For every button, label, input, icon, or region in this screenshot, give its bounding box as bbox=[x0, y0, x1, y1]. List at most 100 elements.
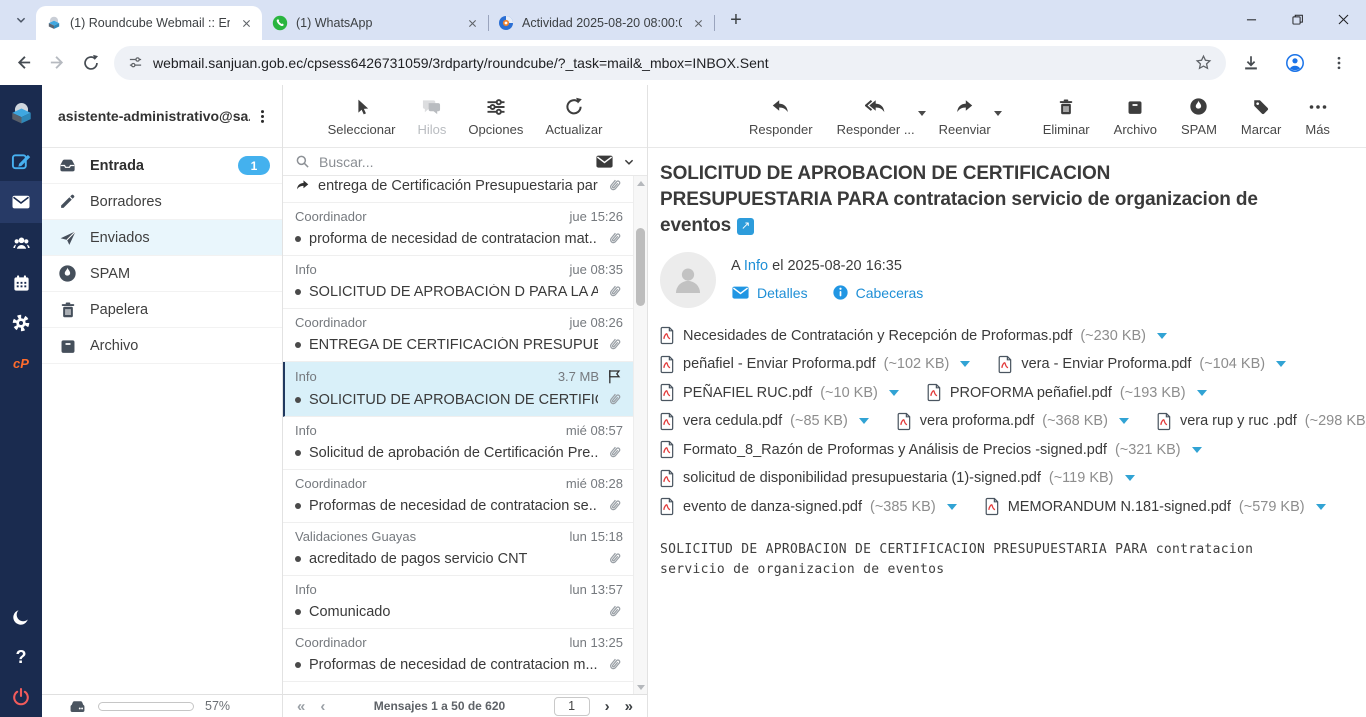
browser-tab[interactable]: Actividad 2025-08-20 08:00:00 bbox=[488, 6, 714, 40]
tab-close-icon[interactable] bbox=[238, 15, 254, 31]
message-row[interactable]: Coordinadorjue 08:26ENTREGA DE CERTIFICA… bbox=[283, 309, 633, 362]
toolbar-button-refresh[interactable]: Actualizar bbox=[540, 96, 607, 137]
toolbar-button-reply-all[interactable]: Responder ... bbox=[832, 96, 920, 137]
rail-mail-button[interactable] bbox=[0, 181, 42, 223]
attachment-menu-caret[interactable] bbox=[1125, 475, 1135, 481]
folder-item-enviados[interactable]: Enviados bbox=[42, 220, 282, 256]
forward-button[interactable] bbox=[40, 46, 74, 80]
browser-tab[interactable]: (1) WhatsApp bbox=[262, 6, 488, 40]
toolbar-button-cursor[interactable]: Seleccionar bbox=[323, 96, 401, 137]
back-button[interactable] bbox=[6, 46, 40, 80]
scroll-down-arrow[interactable] bbox=[634, 680, 647, 694]
attachment-chip[interactable]: vera cedula.pdf(~85 KB) bbox=[660, 412, 869, 431]
message-row[interactable]: Validaciones Guayaslun 15:18acreditado d… bbox=[283, 523, 633, 576]
rail-help-button[interactable]: ? bbox=[0, 637, 42, 677]
attachment-menu-caret[interactable] bbox=[1197, 390, 1207, 396]
folder-item-papelera[interactable]: Papelera bbox=[42, 292, 282, 328]
list-scrollbar[interactable] bbox=[633, 176, 647, 694]
bookmark-star-icon[interactable] bbox=[1195, 54, 1212, 71]
attachment-menu-caret[interactable] bbox=[1157, 333, 1167, 339]
folder-item-borradores[interactable]: Borradores bbox=[42, 184, 282, 220]
attachment-chip[interactable]: PEÑAFIEL RUC.pdf(~10 KB) bbox=[660, 383, 899, 402]
browser-menu-button[interactable] bbox=[1322, 46, 1356, 80]
new-tab-button[interactable]: + bbox=[722, 6, 750, 34]
attachment-menu-caret[interactable] bbox=[960, 361, 970, 367]
address-bar[interactable]: webmail.sanjuan.gob.ec/cpsess6426731059/… bbox=[114, 46, 1226, 80]
close-button[interactable] bbox=[1320, 0, 1366, 38]
attachment-chip[interactable]: peñafiel - Enviar Proforma.pdf(~102 KB) bbox=[660, 355, 970, 374]
rail-cpanel-button[interactable]: cP bbox=[0, 343, 42, 383]
toolbar-button-flame[interactable]: SPAM bbox=[1176, 96, 1222, 137]
search-input[interactable] bbox=[319, 154, 586, 170]
tab-close-icon[interactable] bbox=[464, 15, 480, 31]
search-options-chevron-icon[interactable] bbox=[623, 156, 635, 168]
page-number-input[interactable] bbox=[554, 697, 590, 716]
attachment-chip[interactable]: vera - Enviar Proforma.pdf(~104 KB) bbox=[998, 355, 1286, 374]
folder-item-spam[interactable]: SPAM bbox=[42, 256, 282, 292]
attachment-chip[interactable]: PROFORMA peñafiel.pdf(~193 KB) bbox=[927, 383, 1207, 402]
site-settings-icon[interactable] bbox=[128, 55, 143, 70]
toolbar-button-forward[interactable]: Reenviar bbox=[934, 96, 996, 137]
folder-item-archivo[interactable]: Archivo bbox=[42, 328, 282, 364]
attachment-menu-caret[interactable] bbox=[1119, 418, 1129, 424]
attachment-chip[interactable]: solicitud de disponibilidad presupuestar… bbox=[660, 469, 1135, 488]
message-row[interactable]: Infolun 13:57Comunicado bbox=[283, 576, 633, 629]
rail-compose-button[interactable] bbox=[0, 141, 42, 181]
downloads-button[interactable] bbox=[1234, 46, 1268, 80]
next-page-button[interactable]: › bbox=[605, 699, 610, 714]
message-row[interactable]: entrega de Certificación Presupuestaria … bbox=[283, 176, 633, 203]
attachment-menu-caret[interactable] bbox=[1276, 361, 1286, 367]
message-row[interactable]: Coordinadorlun 13:25Proformas de necesid… bbox=[283, 629, 633, 682]
toolbar-button-archive[interactable]: Archivo bbox=[1109, 96, 1162, 137]
scrollbar-thumb[interactable] bbox=[636, 228, 645, 306]
attachment-chip[interactable]: MEMORANDUM N.181-signed.pdf(~579 KB) bbox=[985, 497, 1326, 516]
attachment-chip[interactable]: vera rup y ruc .pdf(~298 KB) bbox=[1157, 412, 1366, 431]
detalles-link[interactable]: Detalles bbox=[731, 283, 808, 302]
dropdown-caret-icon[interactable] bbox=[918, 111, 926, 116]
message-row[interactable]: Infomié 08:57Solicitud de aprobación de … bbox=[283, 417, 633, 470]
folder-options-button[interactable] bbox=[250, 104, 274, 128]
message-row[interactable]: Coordinadorjue 15:26proforma de necesida… bbox=[283, 203, 633, 256]
rail-dark-mode-button[interactable] bbox=[0, 597, 42, 637]
profile-button[interactable] bbox=[1278, 46, 1312, 80]
attachment-menu-caret[interactable] bbox=[1316, 504, 1326, 510]
rail-logout-button[interactable] bbox=[0, 677, 42, 717]
flag-icon[interactable] bbox=[606, 368, 623, 385]
attachment-chip[interactable]: vera proforma.pdf(~368 KB) bbox=[897, 412, 1129, 431]
rail-calendar-button[interactable] bbox=[0, 263, 42, 303]
attachment-menu-caret[interactable] bbox=[1192, 447, 1202, 453]
attachment-menu-caret[interactable] bbox=[859, 418, 869, 424]
toolbar-button-sliders[interactable]: Opciones bbox=[463, 96, 528, 137]
search-scope-mail-icon[interactable] bbox=[595, 152, 614, 171]
scroll-up-arrow[interactable] bbox=[634, 176, 647, 190]
message-row[interactable]: Coordinadormié 08:28Proformas de necesid… bbox=[283, 470, 633, 523]
toolbar-button-tag[interactable]: Marcar bbox=[1236, 96, 1286, 137]
recipient-link[interactable]: Info bbox=[744, 258, 768, 274]
attachment-chip[interactable]: Necesidades de Contratación y Recepción … bbox=[660, 326, 1167, 345]
message-row[interactable]: Infojue 08:35SOLICITUD DE APROBACIÓN D P… bbox=[283, 256, 633, 309]
last-page-button[interactable]: » bbox=[625, 699, 633, 714]
browser-tab[interactable]: (1) Roundcube Webmail :: Envia bbox=[36, 6, 262, 40]
first-page-button[interactable]: « bbox=[297, 699, 305, 714]
toolbar-button-reply[interactable]: Responder bbox=[744, 96, 818, 137]
open-in-new-window-icon[interactable]: ↗ bbox=[737, 218, 754, 235]
attachment-menu-caret[interactable] bbox=[889, 390, 899, 396]
attachment-chip[interactable]: evento de danza-signed.pdf(~385 KB) bbox=[660, 497, 957, 516]
tab-search-button[interactable] bbox=[8, 7, 34, 33]
message-row[interactable]: Info3.7 MBSOLICITUD DE APROBACION DE CER… bbox=[283, 362, 633, 417]
cabeceras-link[interactable]: Cabeceras bbox=[832, 284, 924, 301]
prev-page-button[interactable]: ‹ bbox=[320, 699, 325, 714]
rail-roundcube-logo-button[interactable] bbox=[0, 93, 42, 133]
attachment-chip[interactable]: Formato_8_Razón de Proformas y Análisis … bbox=[660, 440, 1202, 459]
toolbar-button-trash[interactable]: Eliminar bbox=[1038, 96, 1095, 137]
toolbar-button-chat[interactable]: Hilos bbox=[413, 96, 452, 137]
rail-settings-button[interactable] bbox=[0, 303, 42, 343]
attachment-menu-caret[interactable] bbox=[947, 504, 957, 510]
folder-item-entrada[interactable]: Entrada1 bbox=[42, 148, 282, 184]
minimize-button[interactable] bbox=[1228, 0, 1274, 38]
reload-button[interactable] bbox=[74, 46, 108, 80]
tab-close-icon[interactable] bbox=[690, 15, 706, 31]
restore-button[interactable] bbox=[1274, 0, 1320, 38]
rail-contacts-button[interactable] bbox=[0, 223, 42, 263]
toolbar-button-dots[interactable]: Más bbox=[1300, 96, 1335, 137]
